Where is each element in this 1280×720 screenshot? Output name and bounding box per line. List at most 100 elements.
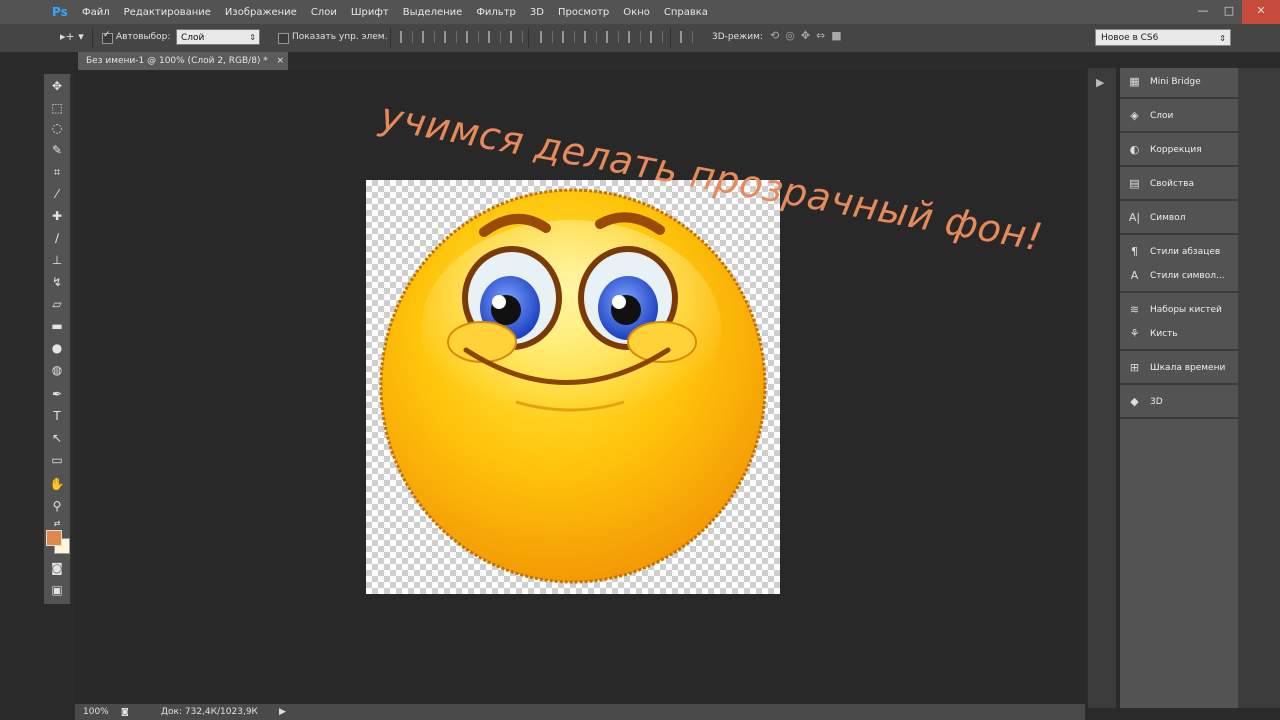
close-tab-icon[interactable]: ×	[276, 52, 284, 70]
status-bar: 100% ◙ Док: 732,4К/1023,9К ▶	[75, 704, 1085, 720]
panel-character[interactable]: A| Символ	[1120, 205, 1238, 231]
eraser-tool-icon[interactable]: ▱	[48, 296, 66, 312]
align-bottom-icon[interactable]	[444, 31, 457, 43]
minimize-button[interactable]: —	[1190, 0, 1216, 24]
panel-timeline[interactable]: ⊞ Шкала времени	[1120, 355, 1238, 381]
panel-divider	[1120, 131, 1238, 133]
panel-label: Наборы кистей	[1150, 305, 1222, 315]
zoom-tool-icon[interactable]: ⚲	[48, 498, 66, 514]
status-menu-arrow-icon[interactable]: ▶	[279, 704, 286, 720]
distribute-right-icon[interactable]	[650, 31, 663, 43]
collapsed-panel-bar: ▶	[1088, 68, 1116, 708]
workspace-switcher[interactable]: Новое в CS6	[1095, 29, 1231, 47]
menu-file[interactable]: Файл	[82, 7, 110, 18]
screen-mode-icon[interactable]: ▣	[48, 582, 66, 598]
menu-window[interactable]: Окно	[623, 7, 650, 18]
eyedropper-tool-icon[interactable]: ⁄	[48, 186, 66, 202]
move-tool-icon[interactable]: ✥	[48, 78, 66, 94]
panel-properties[interactable]: ▤ Свойства	[1120, 171, 1238, 197]
menu-edit[interactable]: Редактирование	[124, 7, 211, 18]
panel-divider	[1120, 383, 1238, 385]
menu-help[interactable]: Справка	[664, 7, 708, 18]
panel-label: Шкала времени	[1150, 363, 1226, 373]
document-size: Док: 732,4К/1023,9К	[161, 707, 258, 717]
window-controls: — □ ✕	[1190, 0, 1280, 24]
autoselect-checkbox[interactable]	[102, 30, 113, 44]
type-tool-icon[interactable]: T	[48, 408, 66, 424]
auto-align-buttons	[680, 31, 693, 43]
panel-mini-bridge[interactable]: ▦ Mini Bridge	[1120, 69, 1238, 95]
smiley-image[interactable]	[366, 180, 780, 594]
align-hcenter-icon[interactable]	[488, 31, 501, 43]
menu-layer[interactable]: Слои	[311, 7, 337, 18]
distribute-buttons	[540, 31, 663, 43]
separator	[92, 28, 93, 48]
lasso-tool-icon[interactable]: ◌	[48, 120, 66, 136]
3d-icon: ◆	[1130, 395, 1139, 408]
panel-dock: ▦ Mini Bridge ◈ Слои ◐ Коррекция ▤ Свойс…	[1120, 68, 1238, 708]
panel-label: Символ	[1150, 213, 1186, 223]
panel-label: Стили символ...	[1150, 271, 1225, 281]
align-top-icon[interactable]	[400, 31, 413, 43]
panel-layers[interactable]: ◈ Слои	[1120, 103, 1238, 129]
photoshop-logo: Ps	[52, 5, 68, 19]
panel-paragraph-styles[interactable]: ¶ Стили абзацев	[1120, 239, 1238, 265]
close-button[interactable]: ✕	[1242, 0, 1280, 24]
panel-divider	[1120, 291, 1238, 293]
brush-tool-icon[interactable]: ∕	[48, 230, 66, 246]
move-tool-preset-icon[interactable]: ▸+ ▾	[60, 30, 84, 43]
menu-3d[interactable]: 3D	[530, 7, 544, 18]
menu-filter[interactable]: Фильтр	[476, 7, 516, 18]
menu-select[interactable]: Выделение	[403, 7, 463, 18]
distribute-left-icon[interactable]	[606, 31, 619, 43]
menu-type[interactable]: Шрифт	[351, 7, 389, 18]
history-brush-tool-icon[interactable]: ↯	[48, 274, 66, 290]
status-icon[interactable]: ◙	[121, 704, 129, 720]
align-right-icon[interactable]	[510, 31, 523, 43]
pen-tool-icon[interactable]: ✒	[48, 386, 66, 402]
path-select-tool-icon[interactable]: ↖	[48, 430, 66, 446]
panel-character-styles[interactable]: A Стили символ...	[1120, 263, 1238, 289]
crop-tool-icon[interactable]: ⌗	[48, 164, 66, 180]
align-vcenter-icon[interactable]	[422, 31, 435, 43]
autoselect-dropdown[interactable]: Слой	[176, 29, 260, 46]
auto-align-icon[interactable]	[680, 31, 693, 43]
maximize-button[interactable]: □	[1216, 0, 1242, 24]
marquee-tool-icon[interactable]: ⬚	[48, 100, 66, 116]
panel-label: Свойства	[1150, 179, 1194, 189]
character-styles-icon: A	[1130, 269, 1139, 282]
gradient-tool-icon[interactable]: ▬	[48, 318, 66, 334]
panel-brush-presets[interactable]: ≋ Наборы кистей	[1120, 297, 1238, 323]
panel-label: Слои	[1150, 111, 1174, 121]
expand-panels-icon[interactable]: ▶	[1096, 76, 1104, 89]
align-left-icon[interactable]	[466, 31, 479, 43]
quick-mask-icon[interactable]: ◙	[48, 560, 66, 576]
rectangle-tool-icon[interactable]: ▭	[48, 452, 66, 468]
panel-label: Mini Bridge	[1150, 77, 1201, 87]
healing-brush-tool-icon[interactable]: ✚	[48, 208, 66, 224]
3d-mode-icons[interactable]: ⟲◎✥⇔■	[770, 29, 848, 42]
quick-select-tool-icon[interactable]: ✎	[48, 142, 66, 158]
menu-view[interactable]: Просмотр	[558, 7, 609, 18]
foreground-color-swatch[interactable]	[46, 530, 62, 546]
hand-tool-icon[interactable]: ✋	[48, 476, 66, 492]
distribute-vcenter-icon[interactable]	[562, 31, 575, 43]
panel-divider	[1120, 233, 1238, 235]
panel-label: 3D	[1150, 397, 1163, 407]
show-transform-checkbox[interactable]	[278, 33, 289, 44]
panel-brush[interactable]: ⚘ Кисть	[1120, 321, 1238, 347]
dodge-tool-icon[interactable]: ◍	[48, 362, 66, 378]
zoom-level[interactable]: 100%	[83, 704, 109, 720]
distribute-top-icon[interactable]	[540, 31, 553, 43]
distribute-bottom-icon[interactable]	[584, 31, 597, 43]
blur-tool-icon[interactable]: ●	[48, 340, 66, 356]
empty-panel-area	[1238, 68, 1280, 708]
clone-stamp-tool-icon[interactable]: ⊥	[48, 252, 66, 268]
panel-adjustments[interactable]: ◐ Коррекция	[1120, 137, 1238, 163]
distribute-hcenter-icon[interactable]	[628, 31, 641, 43]
brush-icon: ⚘	[1129, 327, 1140, 340]
panel-divider	[1120, 97, 1238, 99]
document-tab[interactable]: Без имени-1 @ 100% (Слой 2, RGB/8) * ×	[78, 52, 288, 70]
panel-3d[interactable]: ◆ 3D	[1120, 389, 1238, 415]
menu-image[interactable]: Изображение	[225, 7, 297, 18]
